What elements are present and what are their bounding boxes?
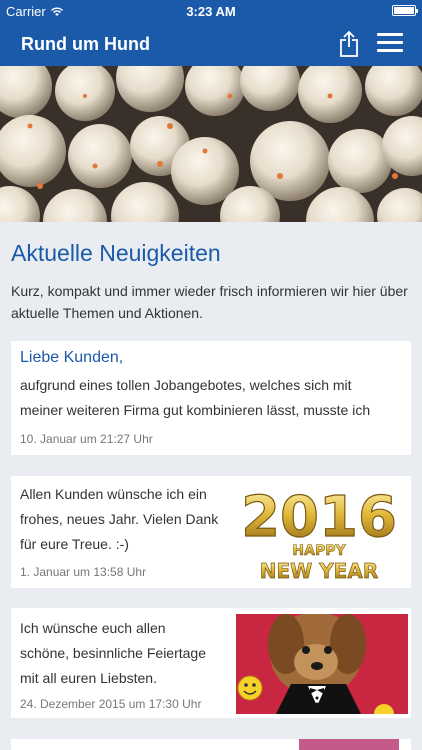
- dog-photo-image: [236, 614, 408, 714]
- news-card[interactable]: Liebe Kunden, aufgrund eines tollen Joba…: [11, 341, 411, 455]
- nav-bar: Rund um Hund: [0, 22, 422, 66]
- news-card[interactable]: Allen Kunden wünsche ich ein frohes, neu…: [11, 476, 411, 588]
- news-text-line: Ich wünsche euch allen: [20, 620, 166, 636]
- year-label: 2016: [241, 485, 397, 550]
- news-card[interactable]: Ich wünsche euch allen schöne, besinnlic…: [11, 608, 411, 718]
- hero-image: [0, 66, 422, 222]
- share-icon[interactable]: [336, 30, 362, 58]
- section-intro: Kurz, kompakt und immer wieder frisch in…: [11, 283, 408, 321]
- news-date: 24. Dezember 2015 um 17:30 Uhr: [20, 697, 202, 711]
- news-text-line: schöne, besinnliche Feiertage: [20, 645, 207, 661]
- battery-icon: [392, 5, 418, 16]
- news-date: 1. Januar um 13:58 Uhr: [20, 565, 147, 579]
- news-date: 10. Januar um 21:27 Uhr: [20, 432, 153, 446]
- news-text-line: mit all euren Liebsten.: [20, 670, 157, 686]
- app-title: Rund um Hund: [21, 34, 150, 54]
- section-title: Aktuelle Neuigkeiten: [11, 240, 221, 266]
- news-text-line: Allen Kunden wünsche ich ein: [20, 486, 207, 502]
- news-text-line: frohes, neues Jahr. Vielen Dank: [20, 511, 219, 527]
- happy-new-year-image: 2016 HAPPY NEW YEAR: [239, 478, 399, 586]
- news-text-line: aufgrund eines tollen Jobangebotes, welc…: [20, 377, 352, 393]
- news-card[interactable]: [11, 739, 411, 750]
- happy-label: HAPPY: [292, 543, 346, 559]
- news-text-line: für eure Treue. :-): [20, 536, 129, 552]
- status-bar: Carrier 3:23 AM: [0, 0, 422, 22]
- news-text-line: meiner weiteren Firma gut kombinieren lä…: [20, 402, 371, 418]
- news-thumbnail: [299, 739, 399, 750]
- status-time: 3:23 AM: [186, 4, 236, 19]
- news-title: Liebe Kunden,: [20, 349, 124, 366]
- new-year-label: NEW YEAR: [260, 559, 378, 583]
- hamburger-menu-icon[interactable]: [377, 33, 403, 55]
